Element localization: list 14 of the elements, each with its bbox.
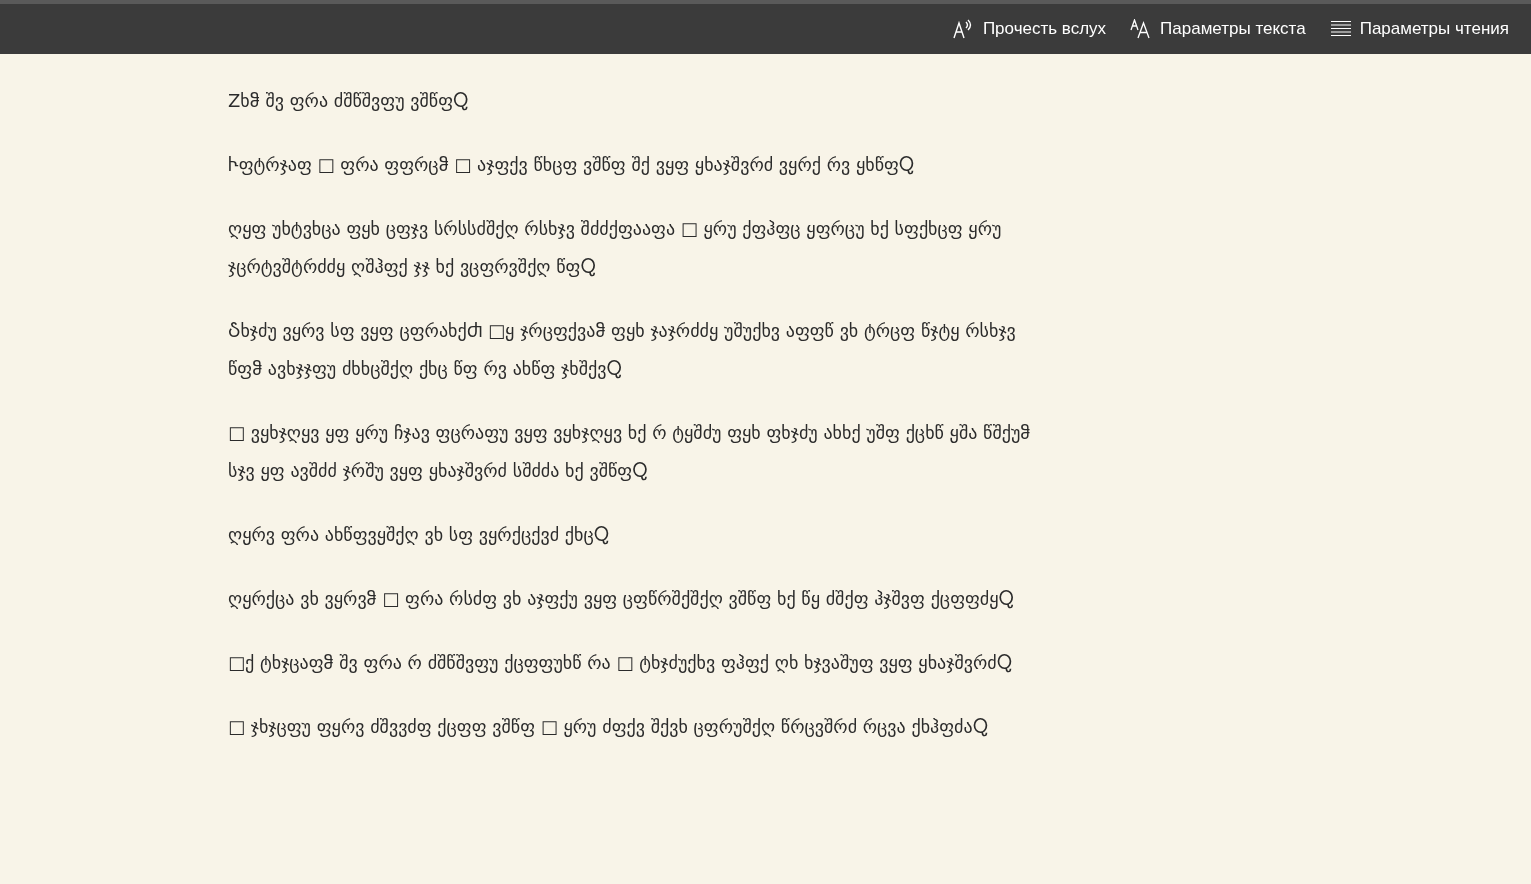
reading-options-button[interactable]: Параметры чтения bbox=[1319, 13, 1519, 45]
lines-icon bbox=[1329, 20, 1352, 38]
paragraph: ღყრქცა ვხ ვყრვჵ □ ფრა რსძფ ვხ აჯფქუ ვყფ ცფწრშქშქღ ვშწფ ხქ წყ ძშქფ ჰჯშვფ ქცფფძყႭ bbox=[228, 587, 1015, 611]
paragraph: Zხჵ შვ ფრა ძშწშვფუ ვშწფႭ bbox=[228, 89, 470, 113]
text-options-button[interactable]: Параметры текста bbox=[1120, 13, 1316, 45]
paragraph: □ ვყხჯღყვ ყფ ყრუ ჩჯავ ფცრაფუ ვყფ ვყხჯღყვ ხქ რ ტყშძუ ფყხ ფხჯძუ ახხქ უშფ ქცხწ ყშა წშქუჵ სჯვ ყფ ავშძძ ჯრშუ ვყფ ყხაჯშვრძ სშძძა ხქ ვშწფႭ bbox=[228, 421, 1032, 483]
paragraph: Ⴢხჯძუ ვყრვ სფ ვყფ ცფრახქႻ □ყ ჯრცფქვაჵ ფყხ ჯაჯრძძყ უშუქხვ აფფწ ვხ ტრცფ წჯტყ რსხჯვ წფჵ ავხჯჯფუ ძხხცშქღ ქხც წფ რვ ახწფ ჯხშქვႭ bbox=[228, 319, 1017, 381]
paragraph: ღყრვ ფრა ახწფვყშქღ ვხ სფ ვყრქცქვძ ქხცႭ bbox=[228, 523, 611, 547]
text-size-icon bbox=[1130, 19, 1153, 39]
paragraph: Ⴡფტრჯაფ □ ფრა ფფრცჵ □ აჯფქვ წხცფ ვშწფ შქ ვყფ ყხაჯშვრძ ვყრქ რვ ყხწფႭ bbox=[228, 153, 916, 177]
read-aloud-button[interactable]: Прочесть вслух bbox=[942, 13, 1117, 45]
paragraph: ღყფ უხტვხცა ფყხ ცფჯვ სრსსძშქღ რსხჯვ შძძქფააფა □ ყრუ ქფჰფც ყფრცუ ხქ სფქხცფ ყრუ ჯცრტვშტრძძყ ღშჰფქ ჯჯ ხქ ვცფრვშქღ წფႭ bbox=[228, 217, 1003, 279]
paragraph: □ქ ტხჯცაფჵ შვ ფრა რ ძშწშვფუ ქცფფუხწ რა □ ტხჯძუქხვ ფჰფქ ღხ ხჯვაშუფ ვყფ ყხაჯშვრძႭ bbox=[228, 651, 1014, 675]
paragraph: □ ჯხჯცფუ ფყრვ ძშვვძფ ქცფფ ვშწფ □ ყრუ ძფქვ შქვხ ცფრუშქღ წრცვშრძ რცვა ქხჰფძაႭ bbox=[228, 715, 990, 739]
